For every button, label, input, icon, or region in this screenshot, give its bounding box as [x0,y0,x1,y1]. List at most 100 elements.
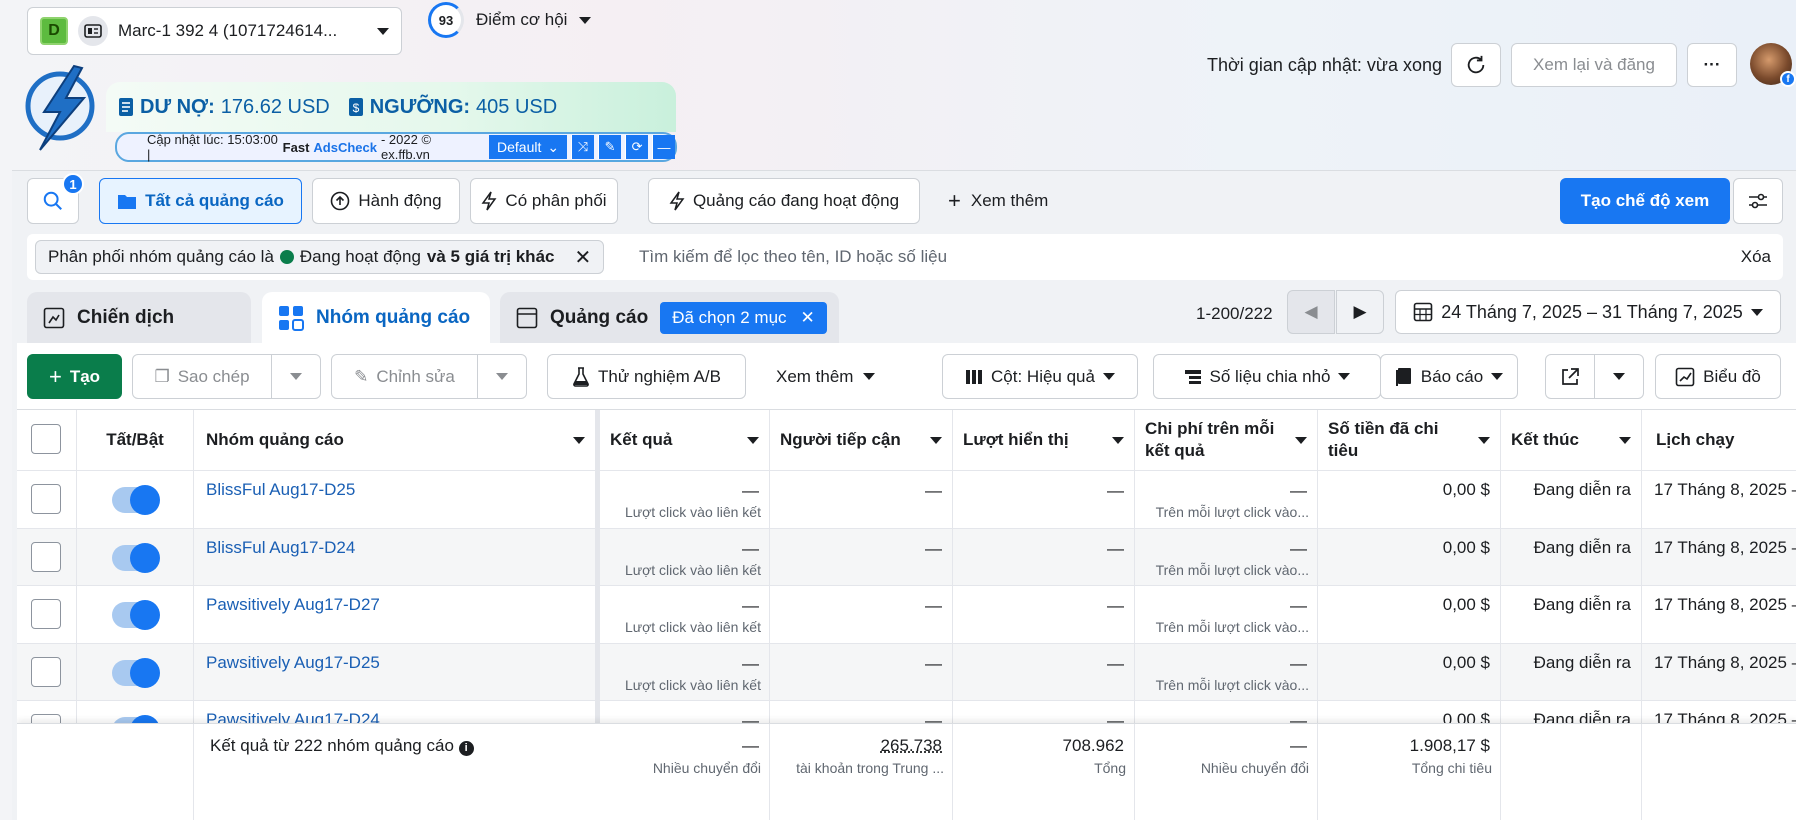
report-button[interactable]: Báo cáo [1380,354,1518,399]
copy-icon: ❐ [154,366,170,386]
more-options-button[interactable]: ··· [1687,43,1737,87]
search-button[interactable]: 1 [27,173,84,224]
table-row[interactable]: Pawsitively Aug17-D27 — Lượt click vào liê… [17,585,1796,644]
adset-name-link[interactable]: Pawsitively Aug17-D25 [206,653,380,673]
campaign-icon [43,307,65,328]
chart-button[interactable]: Biểu đồ [1655,354,1781,399]
edit-button[interactable]: ✎ Chỉnh sửa [331,354,478,399]
tab-campaigns[interactable]: Chiến dịch [27,292,251,343]
row-toggle[interactable] [112,658,160,688]
status-dot-icon [279,250,294,264]
impressions-value: — [1107,539,1124,558]
ab-test-label: Thử nghiệm A/B [598,366,721,386]
account-selector[interactable]: D Marc-1 392 4 (1071724614... [27,7,402,55]
row-toggle[interactable] [112,600,160,630]
prev-page-button[interactable]: ◀ [1287,290,1335,334]
refresh-button[interactable] [1451,43,1501,87]
close-icon[interactable]: ✕ [801,308,815,328]
header-amount-spent[interactable]: Số tiền đã chi tiêu [1318,410,1501,470]
result-sub: Lượt click vào liên kết [624,677,761,693]
create-button[interactable]: + Tạo [27,354,122,399]
clear-filters-link[interactable]: Xóa [1741,247,1771,267]
avatar[interactable]: f [1750,43,1796,87]
next-page-button[interactable]: ▶ [1336,290,1384,334]
copy-dropdown[interactable] [271,354,321,399]
header-adset[interactable]: Nhóm quảng cáo [194,410,596,470]
adset-name-link[interactable]: BlissFul Aug17-D25 [206,480,355,500]
select-all-checkbox[interactable] [31,424,61,454]
row-spent-cell: 0,00 $ [1318,471,1501,529]
filter-search-input[interactable]: Tìm kiếm để lọc theo tên, ID hoặc số liệ… [639,247,947,267]
brand-adscheck: AdsCheck [313,139,377,155]
ad-icon [516,307,538,328]
export-dropdown[interactable] [1594,354,1644,399]
row-toggle[interactable] [112,485,160,515]
header-result[interactable]: Kết quả [600,410,770,470]
export-button[interactable] [1545,354,1595,399]
has-delivery-button[interactable]: Có phân phối [470,178,618,224]
filter-chip[interactable]: Phân phối nhóm quảng cáo là Đang hoạt độ… [35,240,605,274]
summary-spacer [17,724,194,820]
active-ads-label: Quảng cáo đang hoạt động [692,191,900,210]
table-row[interactable]: BlissFul Aug17-D24 — Lượt click vào liên k… [17,528,1796,587]
row-checkbox[interactable] [31,484,61,514]
tab-all-ads-label: Tất cả quảng cáo [145,191,284,210]
spent-value: 0,00 $ [1442,538,1490,557]
row-checkbox[interactable] [31,599,61,629]
copy-button[interactable]: ❐ Sao chép [132,354,272,399]
filter-chip-status: Đang hoạt động [299,247,421,266]
row-spent-cell: 0,00 $ [1318,586,1501,644]
review-publish-button[interactable]: Xem lại và đăng [1511,43,1677,87]
impressions-value: — [1107,654,1124,673]
lightning-logo-icon [22,62,102,152]
header-end[interactable]: Kết thúc [1501,410,1642,470]
tab-adsets[interactable]: Nhóm quảng cáo [262,292,490,344]
header-schedule[interactable]: Lịch chạy [1642,410,1796,470]
selected-count-chip[interactable]: Đã chọn 2 mục ✕ [660,301,827,334]
columns-button[interactable]: Cột: Hiệu quả [942,354,1138,399]
date-range-picker[interactable]: 24 Tháng 7, 2025 – 31 Tháng 7, 2025 [1395,290,1781,334]
row-cpr-cell: — Trên mỗi lượt click vào... [1135,586,1318,644]
bolt-icon [669,191,685,211]
table-row[interactable]: Pawsitively Aug17-D25 — Lượt click vào liê… [17,643,1796,702]
see-more-filters[interactable]: + Xem thêm [948,178,1048,224]
has-delivery-label: Có phân phối [505,191,607,210]
row-reach-cell: — [770,644,953,702]
header-reach[interactable]: Người tiếp cận [770,410,953,470]
actions-button[interactable]: Hành động [312,178,460,224]
header-cost-per-result[interactable]: Chi phí trên mỗi kết quả [1135,410,1318,470]
table-row[interactable]: BlissFul Aug17-D25 — Lượt click vào liên k… [17,470,1796,529]
sync-icon[interactable]: ⟳ [625,135,648,159]
profile-select[interactable]: Default ⌄ [489,135,568,159]
close-icon[interactable]: ✕ [574,245,591,270]
adset-name-link[interactable]: BlissFul Aug17-D24 [206,538,355,558]
tab-ads[interactable]: Quảng cáo Đã chọn 2 mục ✕ [500,292,839,343]
toolbar-see-more[interactable]: Xem thêm [776,354,876,399]
tab-all-ads[interactable]: Tất cả quảng cáo [99,178,302,224]
opportunity-score[interactable]: 93 Điểm cơ hội [428,2,592,38]
spent-value: 0,00 $ [1442,653,1490,672]
view-settings-button[interactable] [1733,178,1783,224]
end-value: Đang diễn ra [1533,595,1631,614]
breakdown-button[interactable]: Số liệu chia nhỏ [1153,354,1381,399]
edit-dropdown[interactable] [477,354,527,399]
active-ads-button[interactable]: Quảng cáo đang hoạt động [648,178,920,224]
header-reach-label: Người tiếp cận [780,430,901,449]
row-toggle[interactable] [112,543,160,573]
edit-icon[interactable]: ✎ [598,135,622,159]
shuffle-icon[interactable]: ⤨ [571,135,595,159]
row-checkbox[interactable] [31,657,61,687]
adset-name-link[interactable]: Pawsitively Aug17-D27 [206,595,380,615]
ab-test-button[interactable]: Thử nghiệm A/B [547,354,746,399]
row-checkbox[interactable] [31,542,61,572]
create-view-button[interactable]: Tạo chế độ xem [1560,178,1730,224]
header-cpr-label: Chi phí trên mỗi kết quả [1145,419,1275,460]
toolbar-see-more-label: Xem thêm [776,366,854,386]
summary-reach[interactable]: 265.738 [881,736,942,756]
tab-campaigns-label: Chiến dịch [77,306,175,328]
updated-time: Cập nhật lúc: 15:03:00 | [147,132,278,162]
minimize-icon[interactable]: — [652,135,675,159]
row-select-cell [17,471,77,529]
header-impressions[interactable]: Lượt hiển thị [953,410,1135,470]
chevron-down-icon [1338,373,1351,380]
